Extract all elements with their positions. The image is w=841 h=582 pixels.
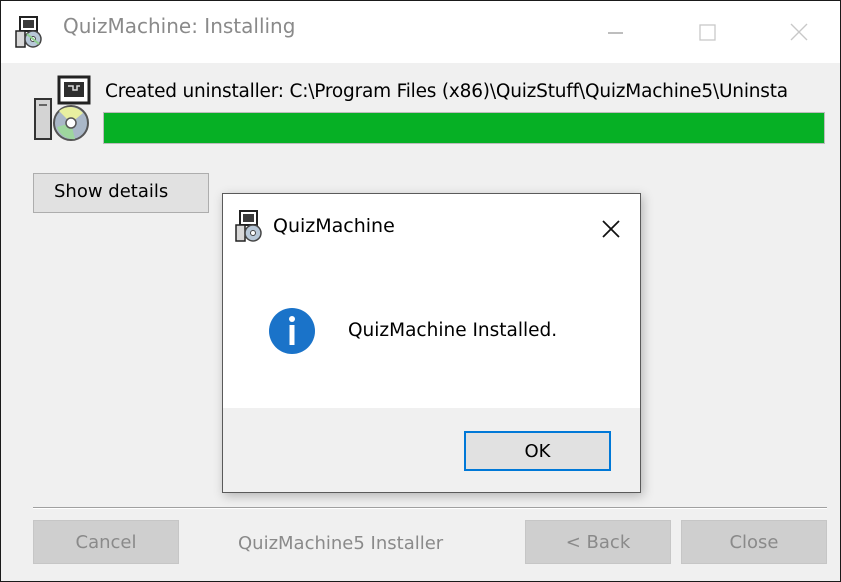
status-text: Created uninstaller: C:\Program Files (x…	[105, 81, 788, 102]
installer-app-icon	[15, 16, 42, 48]
show-details-button[interactable]: Show details	[33, 173, 209, 213]
maximize-icon[interactable]	[677, 11, 737, 53]
close-icon[interactable]	[769, 11, 829, 53]
dialog-message: QuizMachine Installed.	[348, 320, 558, 341]
ok-button[interactable]: OK	[464, 431, 611, 471]
separator-line	[33, 507, 827, 509]
minimize-icon[interactable]	[585, 11, 645, 53]
branding-text: QuizMachine5 Installer	[238, 533, 444, 554]
window-title: QuizMachine: Installing	[63, 14, 296, 38]
progress-fill	[104, 113, 824, 143]
cancel-button[interactable]: Cancel	[33, 520, 179, 564]
message-dialog: QuizMachine QuizMachine Installed. OK	[222, 193, 641, 493]
dialog-app-icon	[235, 210, 262, 242]
back-button[interactable]: < Back	[525, 520, 671, 564]
dialog-title: QuizMachine	[273, 215, 395, 237]
title-bar[interactable]: QuizMachine: Installing	[1, 1, 840, 63]
close-button[interactable]: Close	[681, 520, 827, 564]
installer-large-icon	[34, 75, 91, 141]
progress-bar	[103, 112, 825, 144]
info-icon	[269, 308, 315, 354]
dialog-close-icon[interactable]	[593, 211, 629, 247]
